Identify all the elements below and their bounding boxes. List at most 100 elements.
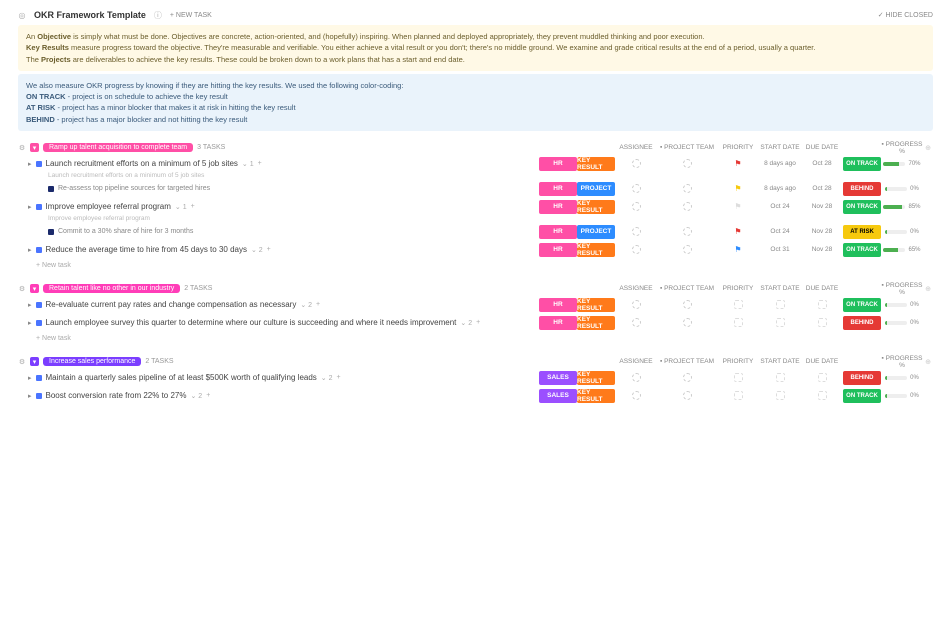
new-task-button[interactable]: + NEW TASK	[170, 12, 212, 19]
col-progresspct[interactable]: ▪ PROGRESS %	[881, 355, 923, 369]
priority-cell[interactable]	[717, 389, 759, 403]
task-name-cell[interactable]: Commit to a 30% share of hire for 3 mont…	[18, 228, 539, 235]
due-date-cell[interactable]: Oct 28	[801, 182, 843, 196]
task-row[interactable]: ▸ Reduce the average time to hire from 4…	[18, 241, 933, 259]
start-date-cell[interactable]	[759, 316, 801, 330]
progress-cell[interactable]: 0%	[881, 393, 923, 399]
task-row[interactable]: ▸ Re-evaluate current pay rates and chan…	[18, 296, 933, 314]
add-subtask-icon[interactable]: +	[206, 392, 210, 399]
progress-cell[interactable]: 0%	[881, 186, 923, 192]
due-date-cell[interactable]: Nov 28	[801, 225, 843, 239]
assignee-cell[interactable]	[615, 371, 657, 385]
task-name-cell[interactable]: ▸ Improve employee referral program ⌄ 1+	[18, 202, 539, 211]
okr-progress-pill[interactable]: ON TRACK	[843, 157, 881, 171]
due-date-cell[interactable]: Oct 28	[801, 157, 843, 171]
task-name-cell[interactable]: Re-assess top pipeline sources for targe…	[18, 185, 539, 192]
add-subtask-icon[interactable]: +	[476, 319, 480, 326]
assignee-cell[interactable]	[615, 243, 657, 257]
priority-cell[interactable]: ⚑	[717, 182, 759, 196]
priority-cell[interactable]	[717, 298, 759, 312]
section-pill[interactable]: Ramp up talent acquisition to complete t…	[43, 143, 193, 152]
task-name-cell[interactable]: ▸ Launch employee survey this quarter to…	[18, 318, 539, 327]
add-subtask-icon[interactable]: +	[191, 203, 195, 210]
okrtype-tag[interactable]: KEY RESULT	[577, 200, 615, 214]
department-tag[interactable]: HR	[539, 200, 577, 214]
section-settings-icon[interactable]: ⚙	[18, 358, 26, 366]
col-assignee[interactable]: ASSIGNEE	[615, 358, 657, 365]
task-row[interactable]: ▸ Maintain a quarterly sales pipeline of…	[18, 369, 933, 387]
department-tag[interactable]: HR	[539, 157, 577, 171]
col-duedate[interactable]: DUE DATE	[801, 144, 843, 151]
okrtype-tag[interactable]: KEY RESULT	[577, 298, 615, 312]
due-date-cell[interactable]: Nov 28	[801, 200, 843, 214]
department-tag[interactable]: HR	[539, 182, 577, 196]
col-okrtype[interactable]: ▪ OKR TYPE	[577, 141, 615, 155]
assignee-cell[interactable]	[615, 389, 657, 403]
col-progresspct[interactable]: ▪ PROGRESS %	[881, 141, 923, 155]
add-column-button[interactable]: ⊕	[923, 285, 933, 293]
okrtype-tag[interactable]: PROJECT	[577, 225, 615, 239]
priority-flag-icon[interactable]: ⚑	[734, 227, 741, 236]
okr-progress-pill[interactable]: BEHIND	[843, 371, 881, 385]
progress-cell[interactable]: 70%	[881, 161, 923, 167]
okrtype-tag[interactable]: KEY RESULT	[577, 157, 615, 171]
okr-progress-pill[interactable]: ON TRACK	[843, 243, 881, 257]
expand-icon[interactable]: ▸	[28, 203, 32, 211]
progress-cell[interactable]: 0%	[881, 375, 923, 381]
collapse-icon[interactable]: ▾	[30, 357, 39, 366]
okr-progress-pill[interactable]: ON TRACK	[843, 298, 881, 312]
add-subtask-icon[interactable]: +	[337, 374, 341, 381]
status-square-icon[interactable]	[36, 375, 42, 381]
okr-progress-pill[interactable]: ON TRACK	[843, 389, 881, 403]
task-name-cell[interactable]: ▸ Maintain a quarterly sales pipeline of…	[18, 373, 539, 382]
task-row[interactable]: ▸ Launch employee survey this quarter to…	[18, 314, 933, 332]
projectteam-cell[interactable]	[657, 298, 717, 312]
priority-flag-icon[interactable]: ⚑	[734, 159, 741, 168]
col-priority[interactable]: PRIORITY	[717, 144, 759, 151]
col-duedate[interactable]: DUE DATE	[801, 358, 843, 365]
assignee-cell[interactable]	[615, 157, 657, 171]
assignee-cell[interactable]	[615, 298, 657, 312]
col-duedate[interactable]: DUE DATE	[801, 285, 843, 292]
start-date-cell[interactable]: 8 days ago	[759, 182, 801, 196]
progress-cell[interactable]: 0%	[881, 229, 923, 235]
task-row[interactable]: Re-assess top pipeline sources for targe…	[18, 180, 933, 198]
due-date-cell[interactable]	[801, 316, 843, 330]
add-subtask-icon[interactable]: +	[316, 301, 320, 308]
priority-cell[interactable]	[717, 371, 759, 385]
department-tag[interactable]: HR	[539, 298, 577, 312]
okrtype-tag[interactable]: KEY RESULT	[577, 371, 615, 385]
add-subtask-icon[interactable]: +	[267, 246, 271, 253]
projectteam-cell[interactable]	[657, 243, 717, 257]
col-projectteam[interactable]: ▪ PROJECT TEAM	[657, 144, 717, 151]
status-square-icon[interactable]	[48, 229, 54, 235]
col-priority[interactable]: PRIORITY	[717, 285, 759, 292]
start-date-cell[interactable]: Oct 24	[759, 225, 801, 239]
start-date-cell[interactable]: 8 days ago	[759, 157, 801, 171]
projectteam-cell[interactable]	[657, 200, 717, 214]
progress-cell[interactable]: 0%	[881, 320, 923, 326]
start-date-cell[interactable]: Oct 31	[759, 243, 801, 257]
okrtype-tag[interactable]: KEY RESULT	[577, 316, 615, 330]
task-name-cell[interactable]: ▸ Reduce the average time to hire from 4…	[18, 245, 539, 254]
col-department[interactable]: ▪ DEPARTMENT	[539, 355, 577, 369]
projectteam-cell[interactable]	[657, 316, 717, 330]
col-assignee[interactable]: ASSIGNEE	[615, 144, 657, 151]
task-row[interactable]: ▸ Boost conversion rate from 22% to 27% …	[18, 387, 933, 405]
okr-progress-pill[interactable]: BEHIND	[843, 316, 881, 330]
projectteam-cell[interactable]	[657, 371, 717, 385]
status-square-icon[interactable]	[36, 302, 42, 308]
okrtype-tag[interactable]: KEY RESULT	[577, 243, 615, 257]
okr-progress-pill[interactable]: AT RISK	[843, 225, 881, 239]
new-task-inline-button[interactable]: + New task	[18, 259, 933, 272]
due-date-cell[interactable]	[801, 298, 843, 312]
task-name-cell[interactable]: ▸ Boost conversion rate from 22% to 27% …	[18, 391, 539, 400]
projectteam-cell[interactable]	[657, 157, 717, 171]
department-tag[interactable]: HR	[539, 243, 577, 257]
col-projectteam[interactable]: ▪ PROJECT TEAM	[657, 285, 717, 292]
col-projectteam[interactable]: ▪ PROJECT TEAM	[657, 358, 717, 365]
collapse-icon[interactable]: ▾	[30, 284, 39, 293]
progress-cell[interactable]: 65%	[881, 247, 923, 253]
due-date-cell[interactable]	[801, 371, 843, 385]
col-assignee[interactable]: ASSIGNEE	[615, 285, 657, 292]
